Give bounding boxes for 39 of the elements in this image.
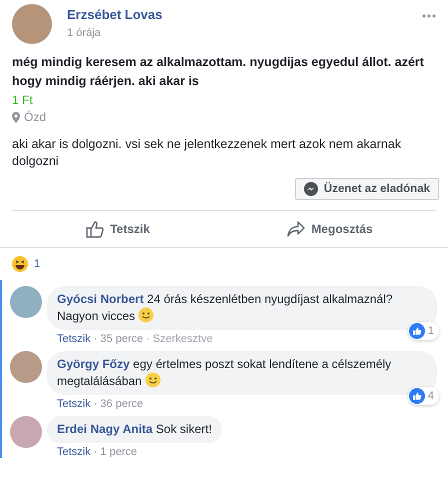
listing-price: 1 Ft xyxy=(11,93,34,107)
share-button[interactable]: Megosztás xyxy=(224,212,436,246)
author-link[interactable]: Erzsébet Lovas xyxy=(67,7,422,22)
like-link[interactable]: Tetszik xyxy=(57,333,91,345)
commenter-link[interactable]: Erdei Nagy Anita xyxy=(57,422,153,436)
more-options-icon[interactable] xyxy=(422,14,436,18)
avatar[interactable] xyxy=(10,351,42,383)
like-icon xyxy=(408,323,425,339)
post-time: 1 órája xyxy=(67,27,102,39)
separator-dot: · xyxy=(94,333,98,345)
comment-time: 35 perce xyxy=(100,333,144,345)
avatar[interactable] xyxy=(12,4,52,44)
separator-dot: · xyxy=(146,333,150,345)
like-button[interactable]: Tetszik xyxy=(12,212,224,246)
message-seller-button[interactable]: Üzenet az eladónak xyxy=(294,178,439,200)
messenger-icon xyxy=(304,182,318,196)
comment-time: 36 perce xyxy=(100,398,144,410)
laughing-emoji-icon xyxy=(12,256,28,272)
separator-dot: · xyxy=(94,446,98,458)
listing-description: aki akar is dolgozni. vsi sek ne jelentkezzenek mert azok nem akarnak dolgozni xyxy=(11,136,402,170)
commenter-link[interactable]: Gyócsi Norbert xyxy=(57,292,144,306)
avatar[interactable] xyxy=(10,286,42,318)
comment-time: 1 perce xyxy=(100,446,137,458)
listing-title: még mindig keresem az alkalmazottam. nyugdijas egyedul állot. azért hogy mindig ráérjen. aki akar is xyxy=(11,54,425,90)
location-pin-icon xyxy=(12,112,20,122)
like-icon xyxy=(408,388,425,404)
comment-text: Erdei Nagy Anita Sok sikert! xyxy=(57,422,212,436)
like-link[interactable]: Tetszik xyxy=(57,446,91,458)
share-arrow-icon xyxy=(287,221,306,237)
commenter-link[interactable]: György Főzy xyxy=(57,357,130,371)
avatar[interactable] xyxy=(10,416,42,448)
listing-location: Ózd xyxy=(24,110,46,124)
comment-text: Gyócsi Norbert 24 órás készenlétben nyugdíjast alkalmaznál? Nagyon vicces xyxy=(57,292,393,323)
separator-dot: · xyxy=(94,398,98,410)
comment-text: György Főzy egy értelmes poszt sokat lendítene a célszemély megtalálásában xyxy=(57,357,392,388)
reaction-count[interactable]: 1 xyxy=(34,258,40,270)
thumbs-up-icon xyxy=(86,220,104,238)
edited-label: Szerkesztve xyxy=(152,333,213,345)
like-link[interactable]: Tetszik xyxy=(57,398,91,410)
